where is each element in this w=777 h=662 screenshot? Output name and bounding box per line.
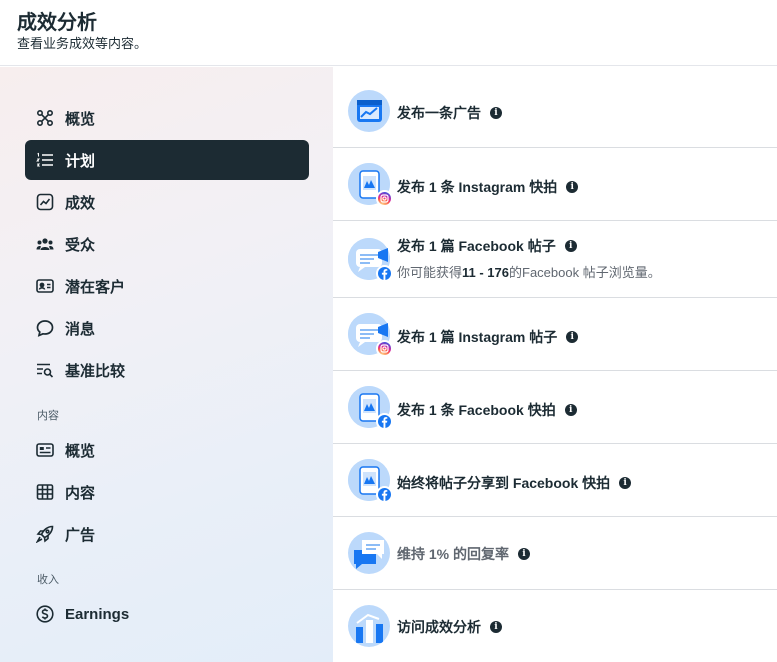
content-table-icon: [36, 483, 54, 501]
content-section-label: 内容: [37, 410, 59, 422]
task-label: 发布 1 条 Facebook 快拍: [397, 402, 556, 418]
task-share-to-fb-story[interactable]: 始终将帖子分享到 Facebook 快拍 i: [333, 444, 777, 517]
sidebar-item-overview[interactable]: 概览: [25, 98, 309, 138]
story-icon: [348, 163, 393, 207]
insights-bars-icon: [348, 605, 390, 647]
task-description: 你可能获得11 - 176的Facebook 帖子浏览量。: [397, 265, 661, 280]
sidebar-item-label: 广告: [65, 526, 96, 544]
sidebar-item-audience[interactable]: 受众: [25, 224, 309, 264]
instagram-icon: [376, 340, 393, 357]
sidebar-item-performance[interactable]: 成效: [25, 182, 309, 222]
facebook-icon: [376, 413, 393, 430]
story-icon: [348, 386, 393, 430]
plan-list-icon: [36, 151, 54, 169]
sidebar: 概览 计划 成效 受众 潜在客户 消息 基准比较 内容 概览 内容 广告 收入 …: [0, 67, 333, 662]
ads-rocket-icon: [36, 525, 54, 543]
sidebar-item-label: 消息: [65, 320, 96, 338]
task-ig-post[interactable]: 发布 1 篇 Instagram 帖子 i: [333, 298, 777, 371]
sidebar-item-label: 受众: [65, 236, 96, 254]
page-title: 成效分析: [17, 12, 97, 34]
task-visit-insights[interactable]: 访问成效分析 i: [333, 590, 777, 662]
info-icon[interactable]: i: [566, 331, 579, 343]
sidebar-item-label: 基准比较: [65, 362, 126, 380]
sidebar-item-label: 潜在客户: [65, 278, 126, 296]
post-icon: [348, 238, 393, 282]
facebook-icon: [376, 265, 393, 282]
content-overview-icon: [36, 441, 54, 459]
facebook-icon: [376, 486, 393, 503]
task-label: 发布 1 条 Instagram 快拍: [397, 179, 558, 195]
task-ig-story[interactable]: 发布 1 条 Instagram 快拍 i: [333, 148, 777, 221]
task-label: 发布一条广告: [397, 105, 481, 121]
page-header: 成效分析 查看业务成效等内容。: [0, 0, 777, 66]
sidebar-item-messages[interactable]: 消息: [25, 308, 309, 348]
sidebar-item-label: 概览: [65, 110, 96, 128]
sidebar-item-label: 成效: [65, 194, 96, 212]
task-label: 发布 1 篇 Facebook 帖子: [397, 238, 556, 254]
task-label: 访问成效分析: [397, 619, 481, 635]
overview-nodes-icon: [36, 109, 54, 127]
task-reply-rate[interactable]: 维持 1% 的回复率 i: [333, 517, 777, 590]
ad-trend-icon: [348, 90, 390, 132]
sidebar-item-label: Earnings: [65, 605, 130, 623]
info-icon[interactable]: i: [518, 548, 531, 560]
info-icon[interactable]: i: [490, 621, 502, 633]
info-icon[interactable]: i: [564, 404, 577, 416]
task-list: 发布一条广告 i 发布 1 条 Instagram 快拍 i 发布 1 篇 Fa…: [333, 67, 777, 662]
info-icon[interactable]: i: [564, 240, 577, 252]
story-icon: [348, 459, 393, 503]
task-label: 始终将帖子分享到 Facebook 快拍: [397, 475, 611, 491]
page-subtitle: 查看业务成效等内容。: [17, 36, 148, 51]
post-icon: [348, 313, 393, 357]
instagram-icon: [376, 190, 393, 207]
sidebar-item-label: 计划: [65, 152, 96, 170]
sidebar-item-plan[interactable]: 计划: [25, 140, 309, 180]
reply-bubbles-icon: [348, 532, 390, 574]
performance-chart-icon: [36, 193, 54, 211]
sidebar-item-benchmark[interactable]: 基准比较: [25, 350, 309, 390]
benchmark-search-icon: [36, 361, 54, 379]
sidebar-item-content-overview[interactable]: 概览: [25, 430, 309, 470]
dollar-circle-icon: [36, 605, 54, 623]
task-publish-ad[interactable]: 发布一条广告 i: [333, 67, 777, 148]
info-icon[interactable]: i: [619, 477, 632, 489]
messages-bubble-icon: [36, 319, 54, 337]
info-icon[interactable]: i: [566, 181, 579, 193]
leads-card-icon: [36, 277, 54, 295]
info-icon[interactable]: i: [490, 107, 502, 119]
task-label: 维持 1% 的回复率: [397, 546, 510, 562]
sidebar-item-earnings[interactable]: Earnings: [25, 594, 309, 634]
task-fb-story[interactable]: 发布 1 条 Facebook 快拍 i: [333, 371, 777, 444]
sidebar-item-label: 概览: [65, 442, 96, 460]
sidebar-item-label: 内容: [65, 484, 96, 502]
earnings-section-label: 收入: [37, 574, 59, 586]
sidebar-item-ads[interactable]: 广告: [25, 514, 309, 554]
sidebar-item-content[interactable]: 内容: [25, 472, 309, 512]
task-label: 发布 1 篇 Instagram 帖子: [397, 329, 558, 345]
sidebar-item-leads[interactable]: 潜在客户: [25, 266, 309, 306]
audience-people-icon: [36, 235, 54, 253]
task-fb-post[interactable]: 发布 1 篇 Facebook 帖子 i 你可能获得11 - 176的Faceb…: [333, 221, 777, 298]
